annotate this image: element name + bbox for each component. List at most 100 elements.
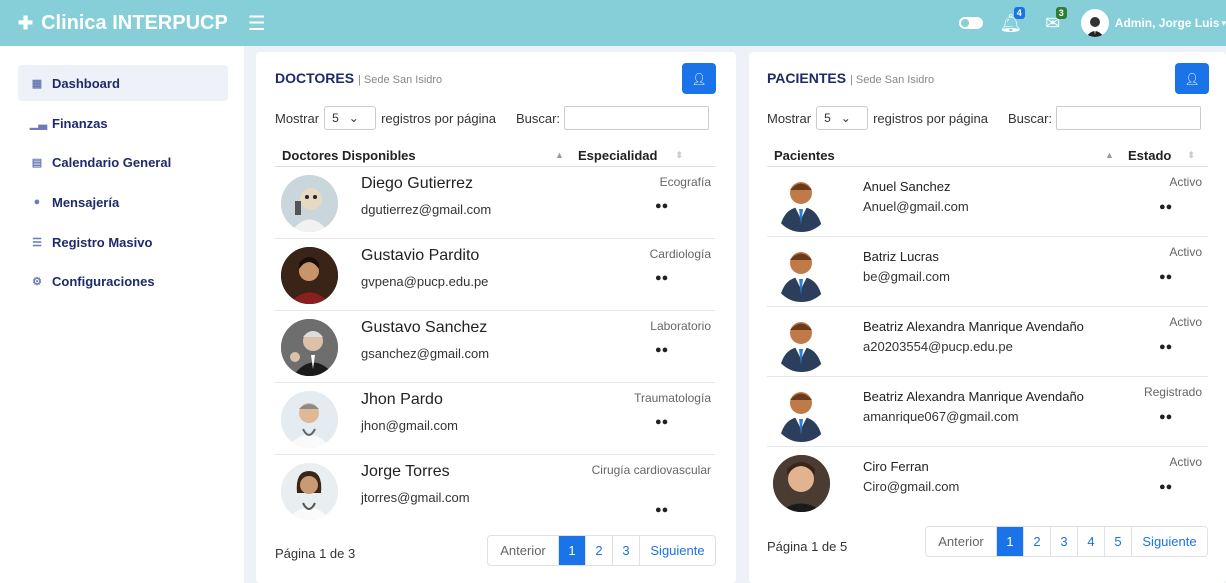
patient-status: Activo bbox=[1169, 455, 1202, 469]
pagination: Anterior 1 2 3 Siguiente bbox=[487, 535, 716, 566]
sidebar-item-configuraciones[interactable]: ⚙ Configuraciones bbox=[18, 263, 228, 299]
doctor-email: gsanchez@gmail.com bbox=[361, 346, 490, 361]
column-header-label: Doctores Disponibles bbox=[282, 147, 416, 163]
sidebar-item-finanzas[interactable]: ▁▃ Finanzas bbox=[18, 105, 228, 141]
chat-icon[interactable]: ●● bbox=[1159, 341, 1172, 353]
chevron-down-icon: ⌄ bbox=[840, 111, 851, 125]
table-row[interactable]: Diego Gutierrez dgutierrez@gmail.com Eco… bbox=[275, 167, 715, 239]
doctor-specialty: Laboratorio bbox=[650, 319, 711, 333]
sidebar-item-dashboard[interactable]: ▦ Dashboard bbox=[18, 65, 228, 101]
sort-asc-icon[interactable]: ▲ bbox=[1099, 142, 1114, 168]
pager-prev[interactable]: Anterior bbox=[926, 527, 996, 556]
pager-page-3[interactable]: 3 bbox=[612, 536, 639, 565]
notification-badge: 4 bbox=[1013, 7, 1025, 19]
page-size-select[interactable]: 5 ⌄ bbox=[816, 106, 869, 130]
list-icon: ☰ bbox=[32, 236, 42, 249]
admin-name[interactable]: Admin, Jorge Luis bbox=[1115, 16, 1220, 30]
chevron-down-icon[interactable]: ▾ bbox=[1221, 18, 1226, 29]
doctor-name: Jhon Pardo bbox=[361, 391, 443, 408]
pager-page-2[interactable]: 2 bbox=[585, 536, 612, 565]
patient-name: Beatriz Alexandra Manrique Avendaño bbox=[863, 389, 1084, 404]
page-size-select[interactable]: 5 ⌄ bbox=[324, 106, 377, 130]
doctor-specialty: Ecografía bbox=[659, 175, 711, 189]
doctor-specialty: Cirugía cardiovascular bbox=[591, 463, 711, 477]
avatar bbox=[773, 455, 830, 512]
chat-icon[interactable]: ●● bbox=[655, 200, 668, 212]
column-header-patients[interactable]: Pacientes bbox=[774, 142, 835, 168]
chart-icon: ▁▃ bbox=[30, 117, 47, 130]
sidebar-item-label: Mensajería bbox=[52, 194, 120, 210]
avatar bbox=[281, 175, 338, 232]
table-row[interactable]: Jorge Torres jtorres@gmail.com Cirugía c… bbox=[275, 455, 715, 527]
page-info: Página 1 de 3 bbox=[275, 546, 356, 561]
add-patient-button[interactable]: 👤︎ bbox=[1175, 63, 1209, 94]
table-row[interactable]: Gustavio Pardito gvpena@pucp.edu.pe Card… bbox=[275, 239, 715, 311]
chat-icon[interactable]: ●● bbox=[655, 504, 668, 516]
chat-icon[interactable]: ●● bbox=[655, 344, 668, 356]
sidebar: ▦ Dashboard ▁▃ Finanzas ▤ Calendario Gen… bbox=[0, 46, 244, 583]
sidebar-item-mensajeria[interactable]: ● Mensajería bbox=[18, 184, 228, 220]
chat-icon[interactable]: ●● bbox=[1159, 481, 1172, 493]
messages-button[interactable]: ✉ 3 bbox=[1039, 7, 1067, 37]
pager-next[interactable]: Siguiente bbox=[1131, 527, 1207, 556]
patient-name: Anuel Sanchez bbox=[863, 179, 951, 194]
menu-toggle-icon[interactable]: ☰ bbox=[248, 11, 266, 36]
table-row[interactable]: Anuel Sanchez Anuel@gmail.com Activo ●● bbox=[767, 167, 1208, 237]
pager-next[interactable]: Siguiente bbox=[639, 536, 715, 565]
page-size-value: 5 bbox=[332, 111, 339, 125]
doctor-name: Gustavo Sanchez bbox=[361, 319, 488, 336]
avatar bbox=[773, 315, 830, 372]
column-header-doctors[interactable]: Doctores Disponibles bbox=[282, 142, 416, 168]
chat-icon[interactable]: ●● bbox=[655, 416, 668, 428]
patients-title: PACIENTES | Sede San Isidro bbox=[767, 70, 934, 86]
sidebar-item-registro[interactable]: ☰ Registro Masivo bbox=[18, 224, 228, 260]
chat-icon[interactable]: ●● bbox=[1159, 201, 1172, 213]
column-header-status[interactable]: Estado ⬍ bbox=[1128, 142, 1195, 168]
add-doctor-button[interactable]: 👤︎ bbox=[682, 63, 716, 94]
pagination: Anterior 1 2 3 4 5 Siguiente bbox=[925, 526, 1208, 557]
search-input[interactable] bbox=[1056, 106, 1202, 130]
theme-toggle[interactable] bbox=[958, 17, 983, 29]
show-label: Mostrar bbox=[767, 110, 812, 126]
gear-icon: ⚙ bbox=[32, 275, 42, 288]
table-row[interactable]: Gustavo Sanchez gsanchez@gmail.com Labor… bbox=[275, 311, 715, 383]
patient-status: Activo bbox=[1169, 175, 1202, 189]
search-input[interactable] bbox=[564, 106, 710, 130]
avatar bbox=[281, 319, 338, 376]
sidebar-item-label: Registro Masivo bbox=[52, 234, 153, 250]
chat-icon: ● bbox=[33, 196, 41, 208]
column-header-specialty[interactable]: Especialidad ⬍ bbox=[578, 142, 683, 168]
sidebar-item-calendario[interactable]: ▤ Calendario General bbox=[18, 144, 228, 180]
pager-prev[interactable]: Anterior bbox=[488, 536, 558, 565]
table-row[interactable]: Beatriz Alexandra Manrique Avendaño a202… bbox=[767, 307, 1208, 377]
doctor-name: Gustavio Pardito bbox=[361, 247, 480, 264]
avatar bbox=[281, 247, 338, 304]
chat-icon[interactable]: ●● bbox=[1159, 411, 1172, 423]
chat-icon[interactable]: ●● bbox=[655, 272, 668, 284]
sidebar-item-label: Calendario General bbox=[52, 154, 172, 170]
table-row[interactable]: Jhon Pardo jhon@gmail.com Traumatología … bbox=[275, 383, 715, 455]
calendar-icon: ▤ bbox=[31, 156, 43, 169]
avatar bbox=[773, 245, 830, 302]
patient-email: be@gmail.com bbox=[863, 269, 950, 284]
table-row[interactable]: Beatriz Alexandra Manrique Avendaño aman… bbox=[767, 377, 1208, 447]
patient-name: Batriz Lucras bbox=[863, 249, 939, 264]
pager-page-5[interactable]: 5 bbox=[1104, 527, 1131, 556]
sort-asc-icon[interactable]: ▲ bbox=[549, 142, 564, 168]
table-row[interactable]: Batriz Lucras be@gmail.com Activo ●● bbox=[767, 237, 1208, 307]
avatar bbox=[281, 391, 338, 448]
sidebar-item-label: Configuraciones bbox=[52, 273, 155, 289]
pager-page-3[interactable]: 3 bbox=[1050, 527, 1077, 556]
show-label: Mostrar bbox=[275, 110, 320, 126]
pager-page-2[interactable]: 2 bbox=[1023, 527, 1050, 556]
pager-page-1[interactable]: 1 bbox=[996, 527, 1023, 556]
column-header-label: Estado bbox=[1128, 147, 1172, 163]
pager-page-4[interactable]: 4 bbox=[1077, 527, 1104, 556]
brand[interactable]: ✚ Clinica INTERPUCP bbox=[18, 12, 228, 35]
doctors-card: DOCTORES | Sede San Isidro 👤︎ Mostrar 5 … bbox=[256, 52, 736, 583]
chat-icon[interactable]: ●● bbox=[1159, 271, 1172, 283]
table-row[interactable]: Ciro Ferran Ciro@gmail.com Activo ●● bbox=[767, 447, 1208, 517]
avatar[interactable] bbox=[1080, 9, 1109, 37]
notifications-button[interactable]: 🔔︎ 4 bbox=[997, 7, 1025, 37]
pager-page-1[interactable]: 1 bbox=[558, 536, 585, 565]
